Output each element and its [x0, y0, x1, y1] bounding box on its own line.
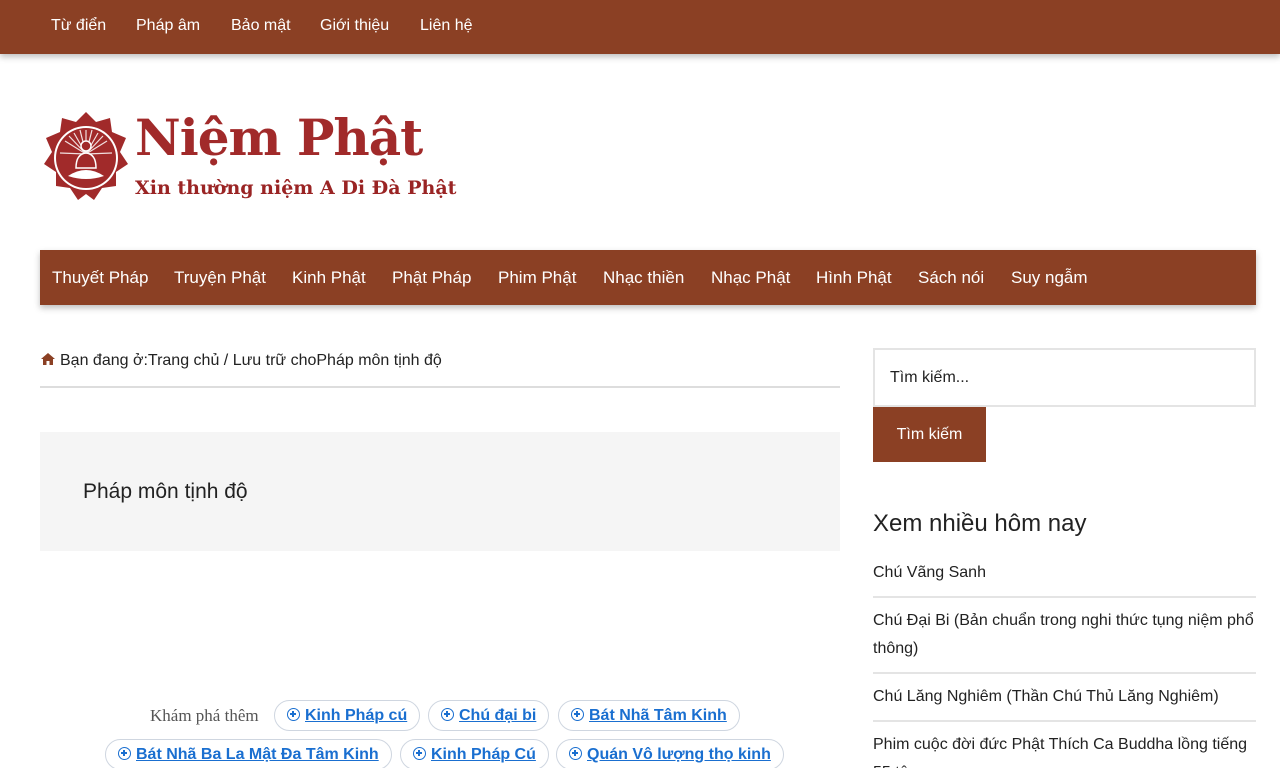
- main-nav-item-sach-noi[interactable]: Sách nói: [918, 268, 984, 288]
- top-nav-item-tu-dien[interactable]: Từ điển: [51, 17, 106, 35]
- tag-quan-vo-luong-tho-kinh[interactable]: Quán Vô lượng thọ kinh: [556, 739, 784, 768]
- main-nav-item-thuyet-phap[interactable]: Thuyết Pháp: [52, 268, 148, 288]
- logo-title: Niệm Phật: [135, 108, 423, 167]
- search-button[interactable]: Tìm kiếm: [873, 407, 986, 462]
- main-nav-item-phim-phat[interactable]: Phim Phật: [498, 268, 576, 288]
- tag-label: Bát Nhã Ba La Mật Đa Tâm Kinh: [136, 746, 379, 763]
- tag-chu-dai-bi[interactable]: Chú đại bi: [428, 700, 550, 731]
- main-nav: Thuyết Pháp Truyện Phật Kinh Phật Phật P…: [40, 250, 1256, 305]
- archive-title: Pháp môn tịnh độ: [83, 480, 248, 503]
- tag-label: Quán Vô lượng thọ kinh: [587, 746, 771, 763]
- main-nav-item-hinh-phat[interactable]: Hình Phật: [816, 268, 892, 288]
- home-icon: [41, 353, 55, 365]
- tag-label: Chú đại bi: [459, 707, 537, 724]
- breadcrumb-home-link[interactable]: Trang chủ: [148, 352, 219, 369]
- popular-item[interactable]: Chú Vãng Sanh: [873, 550, 1256, 598]
- tag-kinh-phap-cu[interactable]: Kinh Pháp cú: [274, 700, 421, 731]
- plus-circle-icon: [118, 747, 131, 760]
- tag-label: Kinh Pháp cú: [305, 707, 408, 724]
- logo-tagline: Xin thường niệm A Di Đà Phật: [135, 177, 457, 199]
- main-nav-item-suy-ngam[interactable]: Suy ngẫm: [1011, 268, 1088, 288]
- breadcrumb-separator: /: [219, 352, 233, 369]
- popular-item[interactable]: Chú Lăng Nghiêm (Thần Chú Thủ Lăng Nghiê…: [873, 674, 1256, 722]
- tag-bat-nha-ba-la-mat-da-tam-kinh[interactable]: Bát Nhã Ba La Mật Đa Tâm Kinh: [105, 739, 392, 768]
- popular-list: Chú Vãng Sanh Chú Đại Bi (Bản chuẩn tron…: [873, 550, 1256, 768]
- tag-bat-nha-tam-kinh[interactable]: Bát Nhã Tâm Kinh: [558, 700, 740, 731]
- top-nav-item-phap-am[interactable]: Pháp âm: [136, 17, 200, 35]
- top-nav: Từ điển Pháp âm Bảo mật Giới thiệu Liên …: [0, 0, 1280, 54]
- breadcrumb: Bạn đang ở:Trang chủ / Lưu trữ choPháp m…: [40, 352, 840, 388]
- top-nav-item-lien-he[interactable]: Liên hệ: [420, 17, 473, 35]
- buddha-lotus-icon: [44, 112, 128, 200]
- plus-circle-icon: [569, 747, 582, 760]
- popular-item[interactable]: Phim cuộc đời đức Phật Thích Ca Buddha l…: [873, 722, 1256, 768]
- main-nav-item-truyen-phat[interactable]: Truyện Phật: [174, 268, 266, 288]
- top-nav-item-gioi-thieu[interactable]: Giới thiệu: [320, 17, 389, 35]
- top-nav-item-bao-mat[interactable]: Bảo mật: [231, 17, 291, 35]
- plus-circle-icon: [413, 747, 426, 760]
- tag-kinh-phap-cu-2[interactable]: Kinh Pháp Cú: [400, 739, 549, 768]
- main-nav-item-nhac-phat[interactable]: Nhạc Phật: [711, 268, 790, 288]
- main-nav-item-phat-phap[interactable]: Phật Pháp: [392, 268, 471, 288]
- search-input[interactable]: [873, 348, 1256, 407]
- tag-label: Bát Nhã Tâm Kinh: [589, 707, 727, 724]
- plus-circle-icon: [571, 708, 584, 721]
- site-logo[interactable]: Niệm Phật Xin thường niệm A Di Đà Phật: [40, 108, 456, 208]
- explore-label: Khám phá thêm: [150, 706, 259, 725]
- tag-label: Kinh Pháp Cú: [431, 746, 536, 763]
- plus-circle-icon: [441, 708, 454, 721]
- archive-header: Pháp môn tịnh độ: [40, 432, 840, 551]
- popular-widget-title: Xem nhiều hôm nay: [873, 510, 1087, 537]
- main-nav-item-kinh-phat[interactable]: Kinh Phật: [292, 268, 366, 288]
- main-nav-item-nhac-thien[interactable]: Nhạc thiền: [603, 268, 684, 288]
- breadcrumb-prefix: Bạn đang ở:: [60, 352, 148, 369]
- breadcrumb-current: Pháp môn tịnh độ: [316, 352, 442, 369]
- plus-circle-icon: [287, 708, 300, 721]
- breadcrumb-archive-prefix: Lưu trữ cho: [232, 352, 317, 369]
- popular-item[interactable]: Chú Đại Bi (Bản chuẩn trong nghi thức tụ…: [873, 598, 1256, 674]
